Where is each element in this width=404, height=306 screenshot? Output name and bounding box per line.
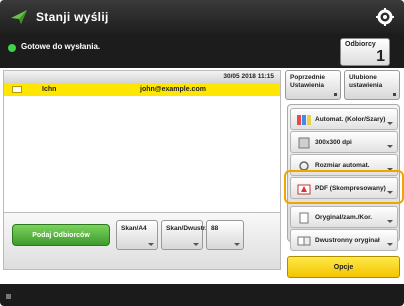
recipient-count-value: 1 <box>376 48 385 65</box>
recipient-name: Ichn <box>42 86 57 93</box>
ready-status-icon <box>8 44 16 52</box>
gear-icon[interactable] <box>376 8 394 26</box>
resolution-icon <box>298 137 310 149</box>
menu-dot-icon <box>393 93 396 96</box>
setting-color-mode[interactable]: Automat. (Kolor/Szary) <box>290 108 398 130</box>
setting-label: Dwustronny oryginał <box>315 237 380 244</box>
box-button[interactable]: 88 <box>206 220 244 250</box>
chevron-down-icon <box>387 243 393 246</box>
setting-label: Oryginal/zam./Kor. <box>315 214 373 221</box>
send-arrow-icon <box>11 10 27 24</box>
duplex-label: Skan/Dwustr. <box>166 225 207 232</box>
setting-label: Automat. (Kolor/Szary) <box>315 116 386 123</box>
list-date: 30/05 2018 11:15 <box>223 73 274 80</box>
previous-settings-label: Poprzednie Ustawienia <box>290 74 326 89</box>
previous-settings-button[interactable]: Poprzednie Ustawienia <box>285 70 341 100</box>
send-screen: Stanji wyślij Gotowe do wysłania. Odbior… <box>0 0 404 306</box>
setting-label: Rozmiar automat. <box>315 162 370 169</box>
chevron-down-icon <box>387 122 393 125</box>
footer-bar <box>0 284 404 306</box>
duplex-original-icon <box>297 236 311 246</box>
original-type-icon <box>299 212 309 224</box>
chevron-down-icon <box>387 220 393 223</box>
chevron-down-icon <box>234 243 240 246</box>
header-bar: Stanji wyślij <box>0 0 404 34</box>
scan-size-label: Skan/A4 <box>121 225 147 232</box>
chevron-down-icon <box>148 243 154 246</box>
setting-duplex-original[interactable]: Dwustronny oryginał <box>290 229 398 251</box>
color-mode-icon <box>297 115 311 125</box>
chevron-down-icon <box>193 243 199 246</box>
list-header: 30/05 2018 11:15 <box>4 71 280 83</box>
box-label: 88 <box>211 225 219 232</box>
favorite-settings-label: Ulubione ustawienia <box>349 74 383 89</box>
table-row[interactable]: Ichn john@example.com <box>4 83 280 96</box>
page-title: Stanji wyślij <box>36 10 109 24</box>
recipient-count: Odbiorcy 1 <box>340 38 390 66</box>
scan-size-button[interactable]: Skan/A4 <box>116 220 158 250</box>
setting-label: 300x300 dpi <box>315 139 352 146</box>
status-indicator-icon <box>6 294 11 299</box>
duplex-button[interactable]: Skan/Dwustr. <box>161 220 207 250</box>
setting-original-type[interactable]: Oryginal/zam./Kor. <box>290 206 398 228</box>
favorite-settings-button[interactable]: Ulubione ustawienia <box>344 70 400 100</box>
recipient-email: john@example.com <box>140 86 206 93</box>
chevron-down-icon <box>387 145 393 148</box>
specify-recipient-button[interactable]: Podaj Odbiorców <box>12 224 110 246</box>
options-button[interactable]: Opcje <box>287 256 400 278</box>
setting-resolution[interactable]: 300x300 dpi <box>290 131 398 153</box>
folder-icon <box>12 86 22 93</box>
status-message: Gotowe do wysłania. <box>21 42 101 51</box>
recipient-count-label: Odbiorcy <box>345 41 376 48</box>
selected-setting-highlight <box>284 170 404 204</box>
menu-dot-icon <box>334 93 337 96</box>
